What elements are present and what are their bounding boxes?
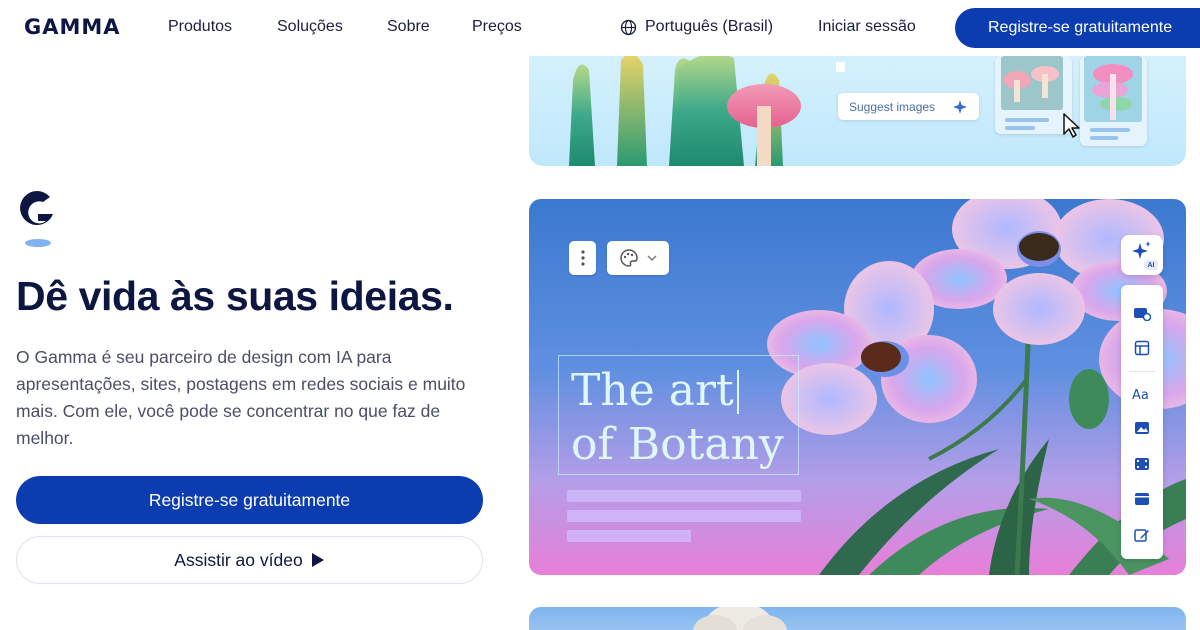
preview-card-images: Suggest images (529, 40, 1186, 166)
preview-card-next (529, 607, 1186, 630)
toolbar-divider (1129, 371, 1155, 372)
card-add-icon (1134, 308, 1151, 321)
hero-description: O Gamma é seu parceiro de design com IA … (16, 347, 466, 448)
nav-signup-button[interactable]: Registre-se gratuitamente (955, 8, 1200, 48)
suggest-images-button[interactable]: Suggest images (838, 93, 979, 120)
nav-link-precos[interactable]: Preços (472, 18, 522, 36)
hero-title: Dê vida às suas ideias. (16, 273, 454, 319)
edit-icon (1134, 529, 1149, 542)
placeholder-line-3 (567, 530, 691, 542)
image-icon (1135, 422, 1149, 434)
language-label: Português (Brasil) (645, 18, 774, 35)
layout-icon (1134, 340, 1150, 356)
signup-button[interactable]: Registre-se gratuitamente (16, 476, 483, 524)
preview-card-slide: The art of Botany (529, 199, 1186, 575)
watch-video-label: Assistir ao vídeo (174, 549, 303, 570)
mouse-cursor-icon (1063, 113, 1080, 138)
nav-link-sobre[interactable]: Sobre (387, 18, 430, 36)
cloud-illustration (693, 607, 787, 630)
slide-title: The art of Botany (571, 365, 784, 470)
signin-link[interactable]: Iniciar sessão (818, 18, 916, 36)
globe-icon (620, 19, 637, 35)
slide-title-box[interactable]: The art of Botany (558, 355, 799, 475)
play-icon (311, 553, 324, 567)
gallery-dot (836, 62, 845, 72)
insert-form-button[interactable] (1121, 523, 1163, 547)
layout-button[interactable] (1121, 336, 1163, 360)
insert-toolbar: Aa (1121, 285, 1163, 559)
gamma-g-mark-icon (16, 188, 58, 255)
ai-assistant-button[interactable]: AI (1121, 235, 1163, 275)
gamma-logo[interactable]: GAMMA (24, 15, 121, 39)
nav-link-produtos[interactable]: Produtos (168, 18, 232, 36)
text-style-button[interactable]: Aa (1121, 382, 1163, 406)
insert-embed-button[interactable] (1121, 487, 1163, 511)
suggest-images-label: Suggest images (849, 99, 936, 114)
text-icon: Aa (1132, 388, 1149, 401)
nav-link-solucoes[interactable]: Soluções (277, 18, 343, 36)
insert-image-button[interactable] (1121, 416, 1163, 440)
svg-text:Aa: Aa (1132, 388, 1149, 401)
watch-video-button[interactable]: Assistir ao vídeo (16, 536, 483, 584)
top-nav: GAMMA Produtos Soluções Sobre Preços Por… (0, 0, 1200, 56)
embed-icon (1135, 493, 1149, 505)
placeholder-line-2 (567, 510, 801, 522)
video-icon (1135, 458, 1149, 470)
placeholder-line-1 (567, 490, 801, 502)
text-cursor (737, 370, 739, 414)
add-card-button[interactable] (1121, 301, 1163, 325)
image-thumbnail-2[interactable] (1080, 56, 1147, 146)
ai-badge: AI (1144, 260, 1158, 270)
sparkle-icon (953, 100, 967, 114)
language-selector[interactable]: Português (Brasil) (620, 18, 773, 36)
insert-video-button[interactable] (1121, 452, 1163, 476)
